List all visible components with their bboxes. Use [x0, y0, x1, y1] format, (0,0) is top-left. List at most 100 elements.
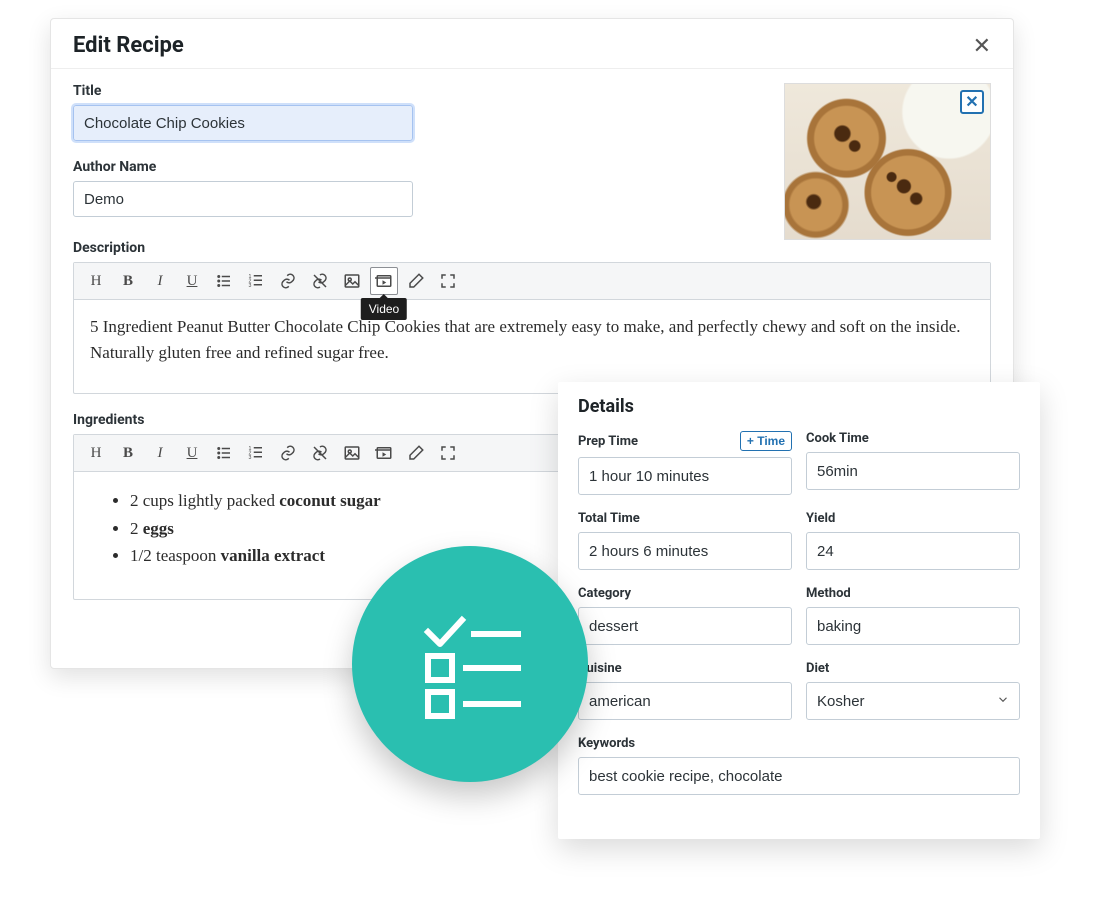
- description-section: Description H B I U 123: [51, 240, 1013, 394]
- image-icon: [343, 272, 361, 290]
- diet-select[interactable]: [806, 682, 1020, 720]
- author-input[interactable]: [73, 181, 413, 217]
- numbered-list-button[interactable]: 123: [242, 439, 270, 467]
- ingredient-text: 2: [130, 519, 143, 538]
- video-tooltip: Video: [361, 298, 407, 320]
- underline-icon: U: [187, 445, 198, 462]
- checklist-badge: [352, 546, 588, 782]
- italic-icon: I: [158, 445, 163, 462]
- yield-input[interactable]: [806, 532, 1020, 570]
- method-field: Method: [806, 586, 1020, 645]
- keywords-field: Keywords: [578, 736, 1020, 795]
- numbered-list-button[interactable]: 123: [242, 267, 270, 295]
- image-button[interactable]: [338, 267, 366, 295]
- eraser-icon: [407, 444, 425, 462]
- keywords-input[interactable]: [578, 757, 1020, 795]
- method-input[interactable]: [806, 607, 1020, 645]
- author-label: Author Name: [73, 159, 756, 175]
- cuisine-field: Cuisine: [578, 661, 792, 720]
- bullet-list-icon: [215, 272, 233, 290]
- bullet-list-button[interactable]: [210, 267, 238, 295]
- fullscreen-button[interactable]: [434, 267, 462, 295]
- close-icon: ✕: [973, 33, 991, 58]
- fullscreen-icon: [439, 272, 457, 290]
- heading-icon: H: [91, 445, 102, 462]
- link-icon: [279, 444, 297, 462]
- underline-icon: U: [187, 273, 198, 290]
- link-button[interactable]: [274, 439, 302, 467]
- italic-icon: I: [158, 273, 163, 290]
- unlink-icon: [311, 444, 329, 462]
- numbered-list-icon: 123: [247, 272, 265, 290]
- keywords-label: Keywords: [578, 736, 635, 751]
- eraser-button[interactable]: [402, 439, 430, 467]
- prep-time-field: Prep Time + Time: [578, 431, 792, 495]
- prep-time-input[interactable]: [578, 457, 792, 495]
- modal-header: Edit Recipe ✕: [51, 19, 1013, 69]
- author-field-block: Author Name: [73, 159, 756, 217]
- cook-time-label: Cook Time: [806, 431, 869, 446]
- bold-button[interactable]: B: [114, 439, 142, 467]
- bold-icon: B: [123, 273, 133, 290]
- video-button[interactable]: Video: [370, 267, 398, 295]
- underline-button[interactable]: U: [178, 439, 206, 467]
- bold-icon: B: [123, 445, 133, 462]
- yield-field: Yield: [806, 511, 1020, 570]
- description-textarea[interactable]: 5 Ingredient Peanut Butter Chocolate Chi…: [74, 300, 990, 393]
- link-button[interactable]: [274, 267, 302, 295]
- ingredient-bold: vanilla extract: [221, 546, 325, 565]
- unlink-button[interactable]: [306, 267, 334, 295]
- unlink-button[interactable]: [306, 439, 334, 467]
- ingredient-text: 2 cups lightly packed: [130, 491, 279, 510]
- cook-time-field: Cook Time: [806, 431, 1020, 495]
- italic-button[interactable]: I: [146, 439, 174, 467]
- eraser-icon: [407, 272, 425, 290]
- numbered-list-icon: 123: [247, 444, 265, 462]
- fullscreen-button[interactable]: [434, 439, 462, 467]
- description-label: Description: [73, 240, 991, 256]
- close-button[interactable]: ✕: [973, 35, 991, 57]
- description-toolbar: H B I U 123: [74, 263, 990, 300]
- bold-button[interactable]: B: [114, 267, 142, 295]
- total-time-label: Total Time: [578, 511, 640, 526]
- bullet-list-button[interactable]: [210, 439, 238, 467]
- recipe-image[interactable]: ✕: [784, 83, 991, 240]
- bullet-list-icon: [215, 444, 233, 462]
- diet-label: Diet: [806, 661, 829, 676]
- prep-time-label: Prep Time: [578, 434, 638, 449]
- add-time-button[interactable]: + Time: [740, 431, 792, 451]
- heading-button[interactable]: H: [82, 267, 110, 295]
- video-icon: [375, 272, 393, 290]
- image-icon: [343, 444, 361, 462]
- diet-field: Diet: [806, 661, 1020, 720]
- svg-text:3: 3: [249, 283, 252, 289]
- total-time-field: Total Time: [578, 511, 792, 570]
- ingredient-bold: eggs: [143, 519, 174, 538]
- total-time-input[interactable]: [578, 532, 792, 570]
- remove-image-button[interactable]: ✕: [960, 90, 984, 114]
- svg-text:3: 3: [249, 455, 252, 461]
- video-icon: [375, 444, 393, 462]
- fullscreen-icon: [439, 444, 457, 462]
- title-label: Title: [73, 83, 756, 99]
- close-icon: ✕: [965, 94, 978, 110]
- italic-button[interactable]: I: [146, 267, 174, 295]
- eraser-button[interactable]: [402, 267, 430, 295]
- heading-button[interactable]: H: [82, 439, 110, 467]
- unlink-icon: [311, 272, 329, 290]
- checklist-icon: [410, 604, 530, 724]
- underline-button[interactable]: U: [178, 267, 206, 295]
- category-field: Category: [578, 586, 792, 645]
- method-label: Method: [806, 586, 851, 601]
- heading-icon: H: [91, 273, 102, 290]
- video-button[interactable]: [370, 439, 398, 467]
- image-button[interactable]: [338, 439, 366, 467]
- category-input[interactable]: [578, 607, 792, 645]
- cook-time-input[interactable]: [806, 452, 1020, 490]
- ingredient-text: 1/2 teaspoon: [130, 546, 221, 565]
- modal-title: Edit Recipe: [73, 33, 184, 58]
- details-panel: Details Prep Time + Time Cook Time Total…: [558, 382, 1040, 839]
- ingredient-bold: coconut sugar: [279, 491, 381, 510]
- title-input[interactable]: [73, 105, 413, 141]
- cuisine-input[interactable]: [578, 682, 792, 720]
